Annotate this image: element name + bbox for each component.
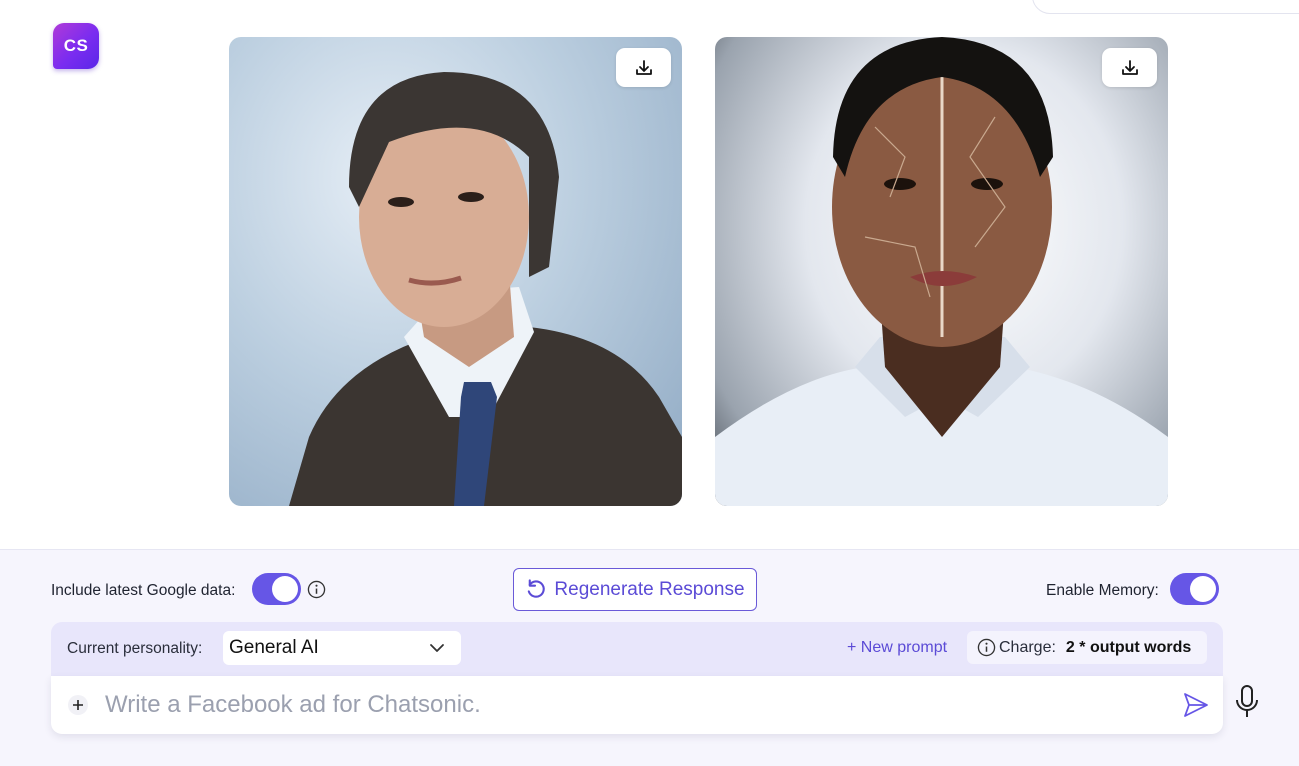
composer-panel: Include latest Google data: Regenerate R… (0, 549, 1299, 766)
memory-label: Enable Memory: (1046, 582, 1159, 599)
personality-label: Current personality: (67, 640, 203, 657)
generated-image-2 (715, 37, 1168, 506)
new-prompt-link[interactable]: + New prompt (847, 639, 947, 657)
download-icon (1121, 59, 1138, 75)
info-icon (977, 638, 996, 657)
prompt-input[interactable] (105, 686, 1165, 724)
logo-text: CS (63, 36, 89, 55)
send-icon[interactable] (1182, 691, 1210, 719)
options-row: Include latest Google data: Regenerate R… (0, 568, 1299, 616)
top-toolbar (1032, 0, 1299, 14)
download-button[interactable] (616, 48, 671, 87)
personality-bar: Current personality: General AI + New pr… (51, 622, 1223, 676)
plus-icon[interactable] (68, 695, 88, 715)
google-data-toggle[interactable] (252, 573, 301, 605)
chat-page: CS Include latest Google data: Regenerat… (0, 0, 1299, 766)
regenerate-label: Regenerate Response (554, 578, 745, 600)
chatsonic-logo[interactable]: CS (53, 23, 99, 69)
toggle-knob (272, 576, 298, 602)
microphone-icon[interactable] (1233, 684, 1261, 720)
memory-toggle[interactable] (1170, 573, 1219, 605)
portrait-suit-image (289, 72, 682, 506)
google-data-label: Include latest Google data: (51, 582, 236, 599)
download-button[interactable] (1102, 48, 1157, 87)
personality-selected: General AI (229, 637, 319, 658)
download-icon (635, 59, 652, 75)
regenerate-response-button[interactable]: Regenerate Response (513, 568, 757, 611)
personality-select[interactable]: General AI (223, 631, 461, 665)
refresh-icon (528, 579, 546, 598)
generated-image-1 (229, 37, 682, 506)
charge-value: 2 * output words (1065, 638, 1192, 656)
charge-label: Charge: (999, 638, 1056, 656)
toggle-knob (1190, 576, 1216, 602)
portrait-split-face-image (715, 37, 1168, 506)
info-icon[interactable] (307, 580, 326, 599)
charge-info: Charge: 2 * output words (967, 631, 1207, 664)
chevron-down-icon (430, 644, 444, 652)
prompt-input-row (51, 676, 1223, 734)
